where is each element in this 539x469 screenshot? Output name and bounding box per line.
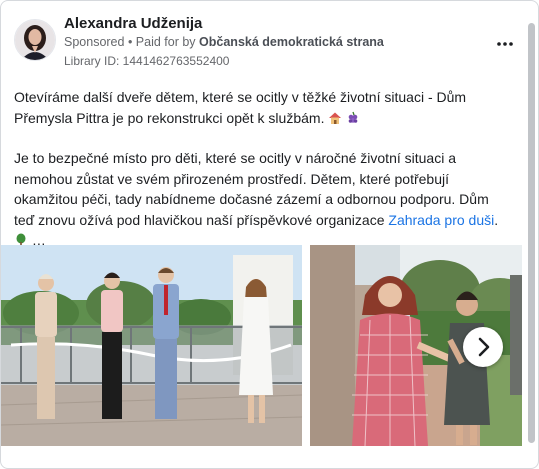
tree-icon	[14, 232, 28, 247]
ad-post-card: Alexandra Udženija Sponsored • Paid for …	[0, 0, 539, 469]
more-options-icon[interactable]	[496, 31, 514, 52]
house-icon	[328, 110, 342, 124]
paragraph-2: Je to bezpečné místo pro děti, které se …	[14, 150, 499, 248]
sponsor-line: Sponsored • Paid for by Občanská demokra…	[64, 35, 384, 49]
grapes-icon	[346, 110, 360, 124]
sponsored-label: Sponsored	[64, 35, 125, 49]
chevron-right-icon	[478, 337, 490, 357]
library-id: Library ID: 1441462763552400	[64, 54, 230, 68]
payer-name[interactable]: Občanská demokratická strana	[199, 35, 384, 49]
ribbon-cutting-photo[interactable]	[1, 245, 302, 446]
post-text: Otevíráme další dveře dětem, které se oc…	[14, 87, 509, 271]
author-name[interactable]: Alexandra Udženija	[64, 15, 202, 32]
paid-for-prefix: • Paid for by	[127, 35, 196, 49]
paragraph-1: Otevíráme další dveře dětem, které se oc…	[14, 87, 509, 128]
organization-link[interactable]: Zahrada pro duši	[388, 212, 494, 228]
carousel-next-button[interactable]	[463, 327, 503, 367]
paragraph-1-text: Otevíráme další dveře dětem, které se oc…	[14, 89, 467, 126]
scrollbar[interactable]	[528, 23, 535, 443]
avatar[interactable]	[14, 19, 56, 61]
